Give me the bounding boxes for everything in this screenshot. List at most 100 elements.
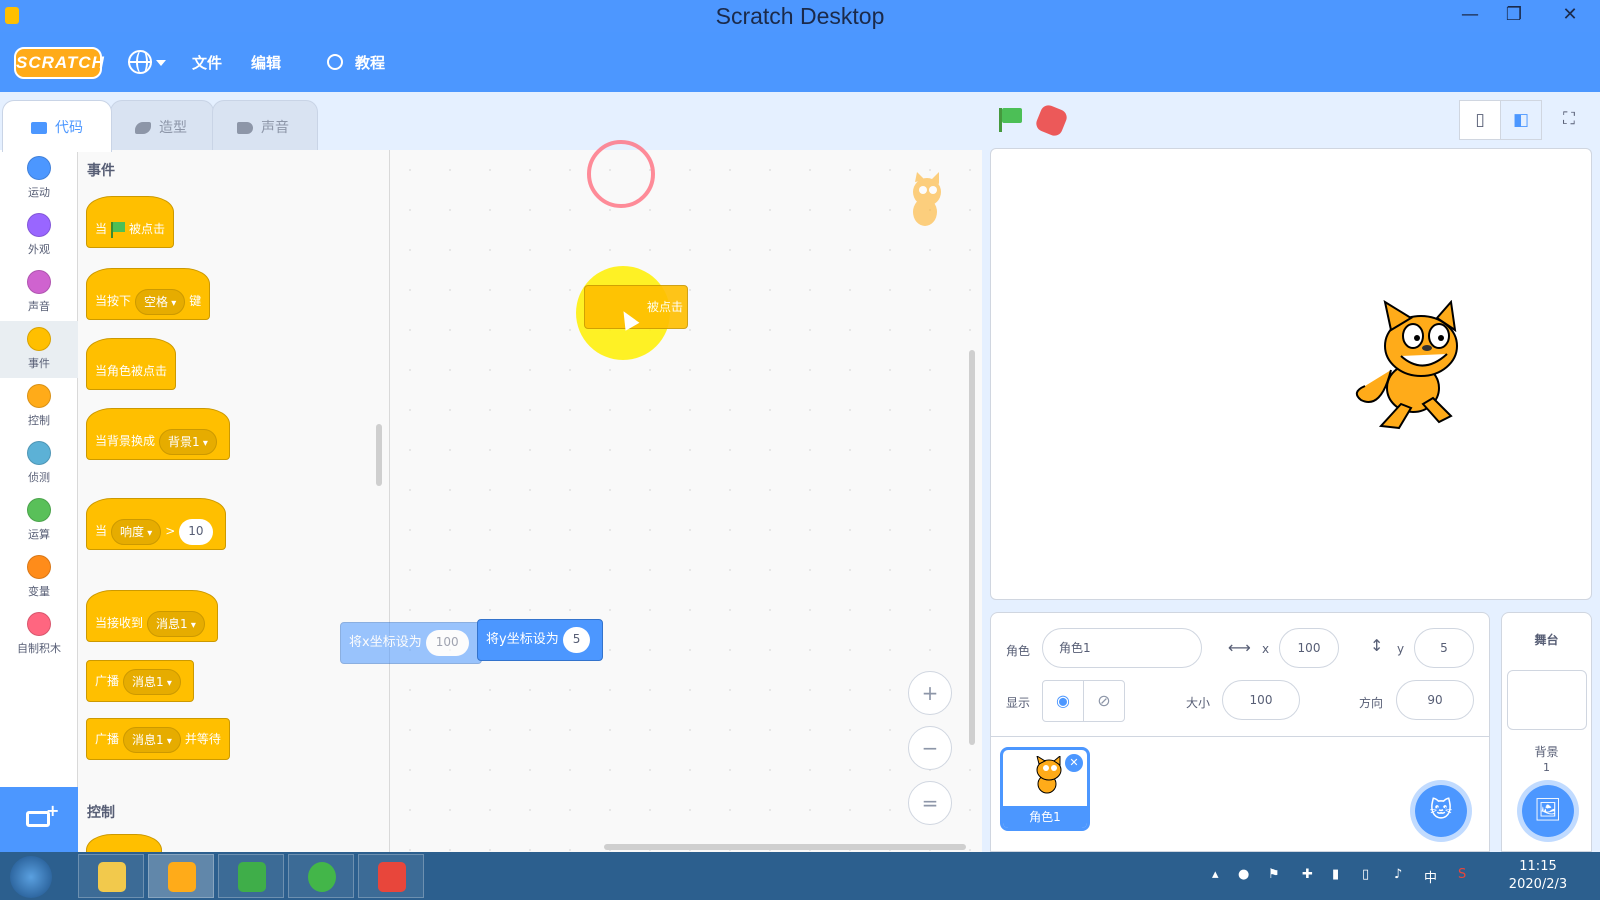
sprite-thumbnail[interactable]: ✕ 角色1 <box>1000 747 1090 831</box>
stage-canvas[interactable] <box>990 148 1592 600</box>
taskbar-explorer[interactable] <box>78 854 144 898</box>
events-section-title: 事件 <box>87 163 115 179</box>
size-field[interactable]: 100 <box>1222 680 1300 720</box>
large-stage-icon[interactable]: ◧ <box>1500 100 1542 140</box>
category-my-blocks[interactable]: 自制积木 <box>0 606 78 663</box>
block-text: 当 <box>95 222 108 236</box>
tutorials-menu[interactable]: 教程 <box>355 52 385 73</box>
clock-date: 2020/2/3 <box>1508 877 1568 892</box>
browser-icon <box>308 862 336 892</box>
palette-scrollbar[interactable] <box>376 424 382 486</box>
tab-costumes[interactable]: 造型 <box>110 100 214 150</box>
block-text: 当 <box>95 524 108 538</box>
category-label: 自制积木 <box>17 642 61 655</box>
category-sensing[interactable]: 侦测 <box>0 435 78 492</box>
fullscreen-icon[interactable]: ⛶ <box>1548 100 1590 140</box>
category-events[interactable]: 事件 <box>0 321 78 378</box>
category-dot <box>27 213 51 237</box>
file-menu[interactable]: 文件 <box>192 52 222 73</box>
category-operators[interactable]: 运算 <box>0 492 78 549</box>
volume-icon[interactable]: ♪ <box>1394 867 1402 882</box>
when-sprite-clicked-block[interactable]: 当角色被点击 <box>86 338 177 390</box>
camtasia-icon <box>238 862 266 892</box>
sprite-name-field[interactable]: 角色1 <box>1042 628 1202 668</box>
message-dropdown[interactable]: 消息1 <box>123 668 181 695</box>
category-motion[interactable]: 运动 <box>0 150 78 207</box>
tab-code[interactable]: 代码 <box>2 100 112 152</box>
y-value-input[interactable]: 5 <box>562 626 591 653</box>
x-position-field[interactable]: 100 <box>1279 628 1339 668</box>
when-receive-block[interactable]: 当接收到 消息1 <box>86 590 218 642</box>
zoom-out-icon[interactable]: − <box>908 726 952 770</box>
scratch-icon <box>168 862 196 892</box>
delete-sprite-icon[interactable]: ✕ <box>1065 754 1083 772</box>
input-method-indicator[interactable]: 中 <box>1424 867 1437 886</box>
category-looks[interactable]: 外观 <box>0 207 78 264</box>
taskbar-scratch[interactable] <box>148 854 214 898</box>
close-button[interactable]: ✕ <box>1548 0 1592 30</box>
block-text: 将x坐标设为 <box>349 635 422 650</box>
code-workspace[interactable] <box>390 150 982 852</box>
broadcast-and-wait-block[interactable]: 广播消息1并等待 <box>86 718 230 760</box>
y-position-field[interactable]: 5 <box>1414 628 1474 668</box>
speaker-icon <box>237 122 253 134</box>
green-flag-icon[interactable] <box>997 106 1025 134</box>
stage-thumbnail[interactable] <box>1507 670 1587 730</box>
start-button-icon[interactable] <box>10 856 52 898</box>
when-key-pressed-block[interactable]: 当按下空格键 <box>86 268 211 320</box>
workspace-horizontal-scrollbar[interactable] <box>604 844 966 850</box>
zoom-in-icon[interactable]: + <box>908 671 952 715</box>
add-sprite-button[interactable]: 🐱 <box>1410 780 1472 842</box>
tab-sounds[interactable]: 声音 <box>212 100 318 150</box>
sogou-icon[interactable]: S <box>1458 867 1466 882</box>
category-variables[interactable]: 变量 <box>0 549 78 606</box>
when-flag-clicked-block[interactable]: 当 被点击 <box>86 196 175 248</box>
control-block-partial[interactable] <box>86 834 162 852</box>
tray-plus-icon[interactable]: ✚ <box>1302 867 1313 882</box>
zoom-reset-icon[interactable]: = <box>908 781 952 825</box>
message-dropdown[interactable]: 消息1 <box>147 610 205 637</box>
small-stage-icon[interactable]: ▯ <box>1459 100 1501 140</box>
edit-menu[interactable]: 编辑 <box>251 52 281 73</box>
taskbar-camtasia-green[interactable] <box>218 854 284 898</box>
taskbar-camtasia-red[interactable] <box>358 854 424 898</box>
tray-app-icon[interactable]: ● <box>1238 867 1249 882</box>
category-control[interactable]: 控制 <box>0 378 78 435</box>
show-eye-icon[interactable]: ◉ <box>1042 680 1084 722</box>
add-backdrop-button[interactable]: 🖼 <box>1517 780 1579 842</box>
block-text: 被点击 <box>647 300 684 314</box>
signal-icon[interactable]: ▮ <box>1332 867 1339 882</box>
minimize-button[interactable]: — <box>1448 0 1492 30</box>
taskbar-browser[interactable] <box>288 854 354 898</box>
lightbulb-icon[interactable] <box>327 54 343 70</box>
language-globe-icon[interactable] <box>128 50 152 74</box>
add-extension-button[interactable]: + <box>0 787 78 852</box>
maximize-button[interactable]: ❐ <box>1492 0 1536 30</box>
category-dot <box>27 612 51 636</box>
category-label: 外观 <box>28 243 50 256</box>
category-sound[interactable]: 声音 <box>0 264 78 321</box>
set-x-block[interactable]: 将x坐标设为 100 <box>340 622 482 664</box>
when-backdrop-switches-block[interactable]: 当背景换成 背景1 <box>86 408 230 460</box>
chevron-down-icon[interactable] <box>156 60 166 66</box>
clock[interactable]: 11:15 2020/2/3 <box>1498 858 1578 894</box>
cat-sprite[interactable] <box>1351 300 1481 432</box>
x-value-input[interactable]: 100 <box>425 629 469 656</box>
message-dropdown[interactable]: 消息1 <box>123 726 181 753</box>
workspace-vertical-scrollbar[interactable] <box>969 350 975 745</box>
key-dropdown[interactable]: 空格 <box>135 288 186 315</box>
backdrop-dropdown[interactable]: 背景1 <box>159 428 217 455</box>
tray-flag-icon[interactable]: ⚑ <box>1268 867 1280 882</box>
hide-eye-icon[interactable]: ⊘ <box>1083 680 1125 722</box>
sensor-dropdown[interactable]: 响度 <box>111 518 162 545</box>
threshold-input[interactable]: 10 <box>179 518 213 545</box>
stop-icon[interactable] <box>1033 102 1070 139</box>
broadcast-block[interactable]: 广播 消息1 <box>86 660 194 702</box>
battery-icon[interactable]: ▯ <box>1362 867 1369 882</box>
set-y-block[interactable]: 将y坐标设为 5 <box>477 619 604 661</box>
when-greater-than-block[interactable]: 当响度>10 <box>86 498 226 550</box>
direction-field[interactable]: 90 <box>1396 680 1474 720</box>
scratch-logo[interactable]: SCRATCH <box>14 47 104 79</box>
tray-expand-icon[interactable]: ▴ <box>1212 867 1219 882</box>
click-indicator <box>587 140 655 208</box>
